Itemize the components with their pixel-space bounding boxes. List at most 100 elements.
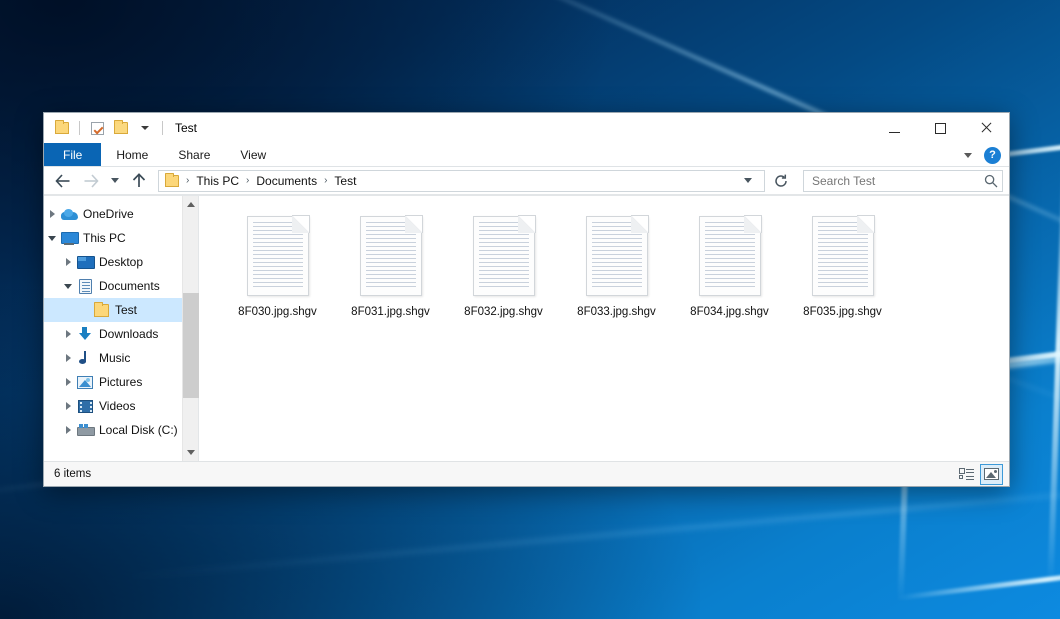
sidebar-item-downloads[interactable]: Downloads <box>44 322 182 346</box>
title-bar: Test <box>44 113 1009 143</box>
explorer-body: OneDrive This PC Desktop <box>44 195 1009 461</box>
folder-icon[interactable] <box>52 118 72 138</box>
up-button[interactable] <box>126 169 152 193</box>
generic-file-icon <box>586 216 648 296</box>
recent-locations-icon[interactable] <box>106 169 124 193</box>
sidebar-item-label: Downloads <box>99 327 158 341</box>
tab-view[interactable]: View <box>225 143 281 166</box>
sidebar-item-test[interactable]: Test <box>44 298 182 322</box>
generic-file-icon <box>473 216 535 296</box>
tab-file[interactable]: File <box>44 143 101 166</box>
documents-icon <box>76 278 94 294</box>
breadcrumb-separator: › <box>183 175 192 186</box>
generic-file-icon <box>699 216 761 296</box>
sidebar-item-label: Videos <box>99 399 135 413</box>
sidebar-item-pictures[interactable]: Pictures <box>44 370 182 394</box>
file-name: 8F031.jpg.shgv <box>351 305 430 319</box>
sidebar-item-label: Pictures <box>99 375 142 389</box>
item-count-label: 6 items <box>54 468 955 480</box>
address-dropdown-icon[interactable] <box>738 170 758 192</box>
chevron-right-icon[interactable] <box>60 370 76 394</box>
sidebar-item-videos[interactable]: Videos <box>44 394 182 418</box>
generic-file-icon <box>247 216 309 296</box>
sidebar-item-this-pc[interactable]: This PC <box>44 226 182 250</box>
file-grid: 8F030.jpg.shgv 8F031.jpg.shgv <box>221 212 999 325</box>
chevron-right-icon[interactable] <box>60 418 76 442</box>
file-item[interactable]: 8F031.jpg.shgv <box>334 212 447 325</box>
title-separator <box>162 121 163 135</box>
sidebar-item-label: Documents <box>99 279 160 293</box>
chevron-down-icon[interactable] <box>60 274 76 298</box>
search-box[interactable] <box>803 170 1003 192</box>
new-folder-icon[interactable] <box>111 118 131 138</box>
address-bar-row: › This PC › Documents › Test <box>44 167 1009 195</box>
file-item[interactable]: 8F033.jpg.shgv <box>560 212 673 325</box>
music-icon <box>76 350 94 366</box>
sidebar-item-documents[interactable]: Documents <box>44 274 182 298</box>
sidebar-item-local-disk[interactable]: Local Disk (C:) <box>44 418 182 442</box>
back-button[interactable] <box>50 169 76 193</box>
close-button[interactable] <box>963 113 1009 143</box>
file-name: 8F032.jpg.shgv <box>464 305 543 319</box>
maximize-button[interactable] <box>917 113 963 143</box>
properties-icon[interactable] <box>87 118 107 138</box>
file-item[interactable]: 8F030.jpg.shgv <box>221 212 334 325</box>
file-name: 8F034.jpg.shgv <box>690 305 769 319</box>
forward-button[interactable] <box>78 169 104 193</box>
quick-access-toolbar <box>52 118 166 138</box>
desktop-wallpaper: Test File Home Share View ? <box>0 0 1060 619</box>
chevron-right-icon[interactable] <box>60 346 76 370</box>
chevron-right-icon[interactable] <box>44 202 60 226</box>
tab-home[interactable]: Home <box>101 143 163 166</box>
chevron-right-icon[interactable] <box>60 322 76 346</box>
file-name: 8F030.jpg.shgv <box>238 305 317 319</box>
status-bar: 6 items <box>44 461 1009 486</box>
chevron-down-icon[interactable] <box>44 226 60 250</box>
sidebar-scrollbar[interactable] <box>182 196 198 461</box>
pictures-icon <box>76 374 94 390</box>
details-view-button[interactable] <box>955 464 978 485</box>
scrollbar-track[interactable] <box>183 213 199 444</box>
breadcrumb-separator: › <box>243 175 252 186</box>
file-item[interactable]: 8F034.jpg.shgv <box>673 212 786 325</box>
refresh-icon[interactable] <box>769 170 793 192</box>
sidebar-item-label: Local Disk (C:) <box>99 423 178 437</box>
view-mode-buttons <box>955 464 1003 485</box>
file-item[interactable]: 8F032.jpg.shgv <box>447 212 560 325</box>
file-list-pane[interactable]: 8F030.jpg.shgv 8F031.jpg.shgv <box>199 196 1009 461</box>
navigation-pane: OneDrive This PC Desktop <box>44 196 199 461</box>
sidebar-item-desktop[interactable]: Desktop <box>44 250 182 274</box>
breadcrumb-item-test[interactable]: Test <box>330 173 360 189</box>
sidebar-item-music[interactable]: Music <box>44 346 182 370</box>
scroll-down-icon[interactable] <box>183 444 199 461</box>
ribbon-right-controls: ? <box>958 143 1005 167</box>
generic-file-icon <box>812 216 874 296</box>
scroll-up-icon[interactable] <box>183 196 199 213</box>
sidebar-item-label: This PC <box>83 231 126 245</box>
large-icons-view-button[interactable] <box>980 464 1003 485</box>
window-title: Test <box>175 121 197 135</box>
chevron-right-icon[interactable] <box>60 394 76 418</box>
help-icon[interactable]: ? <box>984 147 1001 164</box>
breadcrumb-item-documents[interactable]: Documents <box>252 173 321 189</box>
customize-caret-icon[interactable] <box>135 118 155 138</box>
scrollbar-thumb[interactable] <box>183 293 199 398</box>
sidebar-item-label: OneDrive <box>83 207 134 221</box>
minimize-button[interactable] <box>871 113 917 143</box>
downloads-icon <box>76 326 94 342</box>
videos-icon <box>76 398 94 414</box>
sidebar-item-label: Test <box>115 303 137 317</box>
folder-icon <box>92 302 110 318</box>
chevron-down-icon[interactable] <box>958 145 978 165</box>
quick-access-separator <box>79 121 80 135</box>
breadcrumb-item-this-pc[interactable]: This PC <box>192 173 243 189</box>
ribbon-tab-bar: File Home Share View ? <box>44 143 1009 167</box>
onedrive-icon <box>60 206 78 222</box>
breadcrumb[interactable]: › This PC › Documents › Test <box>158 170 765 192</box>
chevron-right-icon[interactable] <box>60 250 76 274</box>
tab-share[interactable]: Share <box>163 143 225 166</box>
file-item[interactable]: 8F035.jpg.shgv <box>786 212 899 325</box>
sidebar-item-onedrive[interactable]: OneDrive <box>44 202 182 226</box>
local-disk-icon <box>76 422 94 438</box>
search-input[interactable] <box>812 174 984 188</box>
